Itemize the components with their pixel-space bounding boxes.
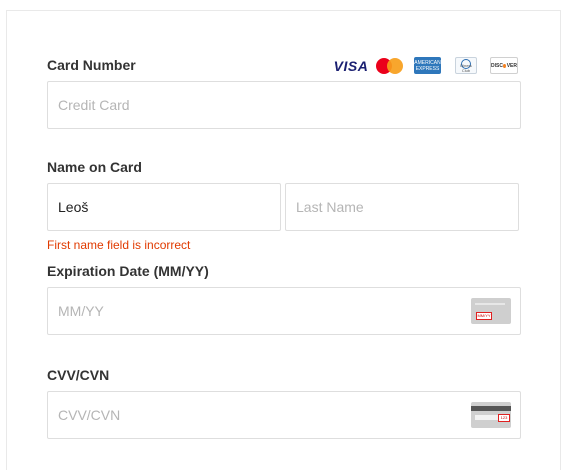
expiration-date-placeholder: MM/YY [58, 303, 104, 319]
card-number-placeholder: Credit Card [58, 97, 130, 113]
last-name-placeholder: Last Name [296, 199, 364, 215]
mastercard-logo-icon [376, 57, 404, 74]
expiration-date-input[interactable]: MM/YY MM/YY [47, 287, 521, 335]
amex-logo-icon: AMERICAN EXPRESS [414, 57, 441, 74]
card-cvv-hint-icon: 123 [471, 402, 511, 428]
cvv-label: CVV/CVN [47, 367, 110, 383]
first-name-value: Leoš [58, 199, 89, 215]
first-name-input[interactable]: Leoš [47, 183, 281, 231]
expiration-date-label: Expiration Date (MM/YY) [47, 263, 209, 279]
name-on-card-label: Name on Card [47, 159, 142, 175]
discover-logo-icon: DISC VER [490, 57, 518, 74]
cvv-placeholder: CVV/CVN [58, 407, 121, 423]
visa-logo-icon: VISA [333, 57, 369, 74]
last-name-input[interactable]: Last Name [285, 183, 519, 231]
cvv-input[interactable]: CVV/CVN 123 [47, 391, 521, 439]
first-name-error: First name field is incorrect [47, 238, 191, 252]
card-number-label: Card Number [47, 57, 136, 73]
diners-club-logo-icon: Diners Club [455, 57, 477, 74]
card-number-input[interactable]: Credit Card [47, 81, 521, 129]
card-expiry-hint-icon: MM/YY [471, 298, 511, 324]
